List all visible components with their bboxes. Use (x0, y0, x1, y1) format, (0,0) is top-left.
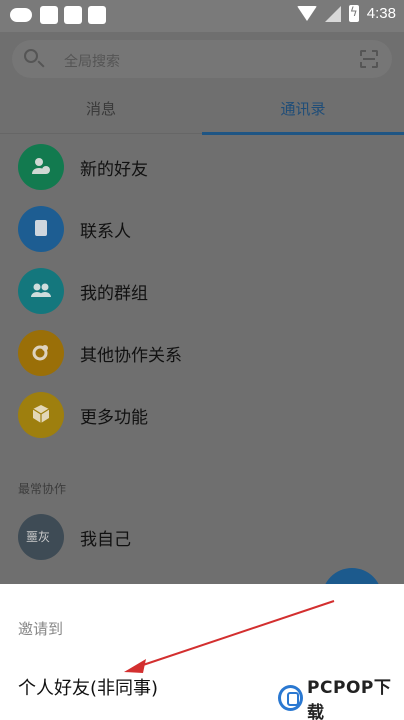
menu-item-more-features[interactable]: 更多功能 (0, 384, 404, 446)
status-bar: 4:38 (0, 0, 404, 32)
notification-square-icon (64, 6, 82, 24)
watermark: PCPOP下载 (278, 678, 404, 720)
invite-bottom-sheet: 邀请到 个人好友(非同事) PCPOP下载 (0, 584, 404, 720)
contacts-book-icon (18, 206, 64, 252)
scan-icon[interactable] (360, 50, 378, 68)
contact-row-myself[interactable]: 噩灰 我自己 (0, 506, 404, 568)
active-tab-indicator (202, 132, 404, 135)
menu-item-other-relations[interactable]: 其他协作关系 (0, 322, 404, 384)
wifi-icon (296, 6, 317, 21)
cube-icon (18, 392, 64, 438)
menu-item-label: 联系人 (80, 222, 131, 242)
search-icon (24, 49, 38, 63)
gamepad-icon (10, 8, 32, 22)
menu-item-new-friends[interactable]: 新的好友 (0, 136, 404, 198)
section-title-frequent: 最常协作 (18, 482, 67, 496)
group-icon (18, 268, 64, 314)
menu-item-label: 新的好友 (80, 160, 148, 180)
clock: 4:38 (366, 5, 396, 22)
search-bar[interactable]: 全局搜索 (12, 40, 392, 78)
tab-bar: 消息 通讯录 (0, 88, 404, 135)
menu-item-label: 我的群组 (80, 284, 148, 304)
contact-name: 我自己 (80, 530, 131, 550)
menu-item-my-groups[interactable]: 我的群组 (0, 260, 404, 322)
contacts-screen: 全局搜索 消息 通讯录 新的好友 联系人 我的群组 其他协作关系 更多功能 最常… (0, 32, 404, 628)
battery-charging-icon (348, 5, 359, 22)
menu-item-label: 更多功能 (80, 408, 148, 428)
link-icon (18, 330, 64, 376)
notification-square-icon (40, 6, 58, 24)
signal-icon (324, 5, 341, 22)
menu-item-contacts[interactable]: 联系人 (0, 198, 404, 260)
avatar: 噩灰 (18, 514, 64, 560)
tab-contacts[interactable]: 通讯录 (202, 88, 404, 134)
search-placeholder: 全局搜索 (64, 54, 120, 70)
tab-messages[interactable]: 消息 (0, 88, 202, 134)
pcpop-logo-icon (278, 685, 304, 711)
menu-item-label: 其他协作关系 (80, 346, 182, 366)
avatar-text: 噩灰 (26, 530, 51, 544)
notification-square-icon (88, 6, 106, 24)
watermark-text: PCPOP下载 (307, 678, 392, 720)
add-person-icon (18, 144, 64, 190)
